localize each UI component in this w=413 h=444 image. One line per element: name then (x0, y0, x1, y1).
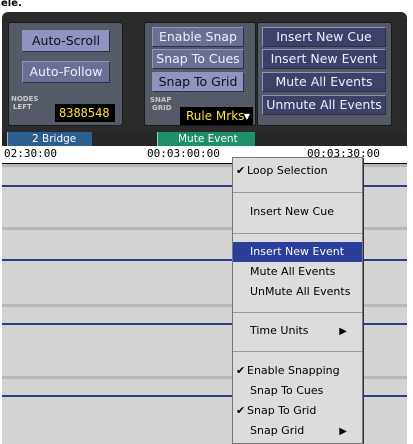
window-title-strip: ele. (0, 0, 413, 12)
left-label: LEFT (13, 103, 32, 111)
ruler-time-2: 00:03:00:00 (147, 147, 220, 160)
menu-item-insert-new-cue[interactable]: Insert New Cue (233, 202, 362, 222)
menu-separator (233, 192, 362, 193)
cue-tabs-row: 2 Bridge Mute Event (2, 132, 407, 146)
menu-item-loop-selection[interactable]: ✔ Loop Selection (233, 161, 362, 181)
submenu-arrow-icon: ▶ (339, 426, 347, 437)
snap-grid-select[interactable]: Rule Mrks ▼ (180, 107, 253, 125)
nodes-left-readout: 8388548 (55, 104, 115, 122)
menu-separator (233, 233, 362, 234)
enable-snap-button[interactable]: Enable Snap (152, 27, 244, 47)
menu-item-snap-to-cues[interactable]: Snap To Cues (233, 381, 362, 401)
mute-all-events-button[interactable]: Mute All Events (262, 72, 386, 92)
menu-item-unmute-all-events[interactable]: UnMute All Events (233, 282, 362, 302)
snap-to-cues-button[interactable]: Snap To Cues (152, 49, 244, 69)
menu-item-insert-new-event[interactable]: Insert New Event (233, 242, 362, 262)
insert-new-cue-button[interactable]: Insert New Cue (262, 27, 386, 47)
insert-new-event-button[interactable]: Insert New Event (262, 49, 386, 69)
checkmark-icon: ✔ (236, 164, 246, 177)
checkmark-icon: ✔ (236, 404, 246, 417)
snap-grid-value: Rule Mrks (186, 109, 245, 123)
context-menu: ✔ Loop Selection Insert New Cue Insert N… (232, 157, 363, 444)
submenu-arrow-icon: ▶ (339, 326, 347, 337)
auto-follow-button[interactable]: Auto-Follow (22, 61, 110, 83)
window-title-fragment: ele. (1, 0, 22, 9)
ruler-time-1: 02:30:00 (4, 147, 57, 160)
menu-item-snap-grid[interactable]: Snap Grid ▶ (233, 421, 362, 441)
menu-item-mute-all-events[interactable]: Mute All Events (233, 262, 362, 282)
unmute-all-events-button[interactable]: Unmute All Events (262, 95, 386, 115)
menu-item-snap-to-grid[interactable]: ✔ Snap To Grid (233, 401, 362, 421)
events-group: Insert New Cue Insert New Event Mute All… (257, 22, 392, 126)
auto-scroll-button[interactable]: Auto-Scroll (22, 30, 110, 52)
menu-separator (233, 351, 362, 352)
grid-label: GRID (152, 104, 172, 112)
dropdown-triangle-icon: ▼ (243, 112, 250, 121)
snap-label: SNAP (150, 96, 172, 104)
toolbar-panel: Auto-Scroll Auto-Follow NODES LEFT 83885… (2, 12, 407, 132)
menu-item-enable-snapping[interactable]: ✔ Enable Snapping (233, 361, 362, 381)
menu-separator (233, 312, 362, 313)
tab-bridge[interactable]: 2 Bridge (7, 132, 92, 146)
menu-item-time-units[interactable]: Time Units ▶ (233, 321, 362, 341)
snap-to-grid-button[interactable]: Snap To Grid (152, 72, 244, 92)
nodes-label: NODES (11, 95, 39, 103)
tab-mute-event[interactable]: Mute Event (157, 132, 255, 146)
checkmark-icon: ✔ (236, 364, 246, 377)
